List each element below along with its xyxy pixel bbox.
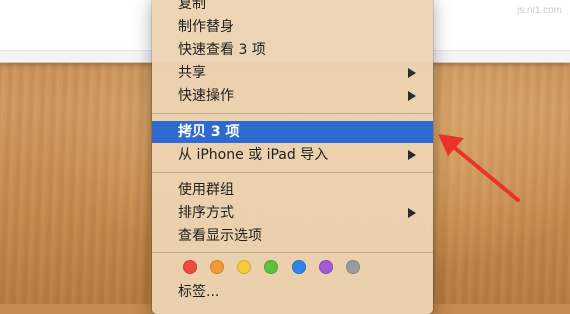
- menu-separator: [152, 113, 433, 114]
- tag-red-icon[interactable]: [183, 260, 197, 274]
- menu-item-label: 快速查看 3 项: [178, 42, 266, 58]
- menu-item-make-alias[interactable]: 制作替身: [152, 16, 433, 38]
- annotation-arrow-shaft: [448, 142, 520, 202]
- menu-item-quick-look[interactable]: 快速查看 3 项: [152, 39, 433, 61]
- menu-item-tags[interactable]: 标签...: [152, 281, 433, 303]
- submenu-arrow-icon: [408, 208, 416, 218]
- menu-item-label: 排序方式: [178, 205, 234, 221]
- menu-item-use-groups[interactable]: 使用群组: [152, 179, 433, 201]
- menu-item-label: 使用群组: [178, 182, 234, 198]
- menu-item-label: 查看显示选项: [178, 228, 262, 244]
- menu-item-label: 快速操作: [178, 88, 234, 104]
- menu-item-label: 从 iPhone 或 iPad 导入: [178, 147, 329, 163]
- menu-item-label: 标签...: [178, 284, 220, 300]
- tag-gray-icon[interactable]: [346, 260, 360, 274]
- menu-item-duplicate[interactable]: 复制: [152, 0, 433, 15]
- menu-item-share[interactable]: 共享: [152, 62, 433, 84]
- tag-purple-icon[interactable]: [319, 260, 333, 274]
- menu-separator: [152, 252, 433, 253]
- context-menu: 复制 制作替身 快速查看 3 项 共享 快速操作 拷贝 3 项 从 iPhone…: [152, 0, 433, 314]
- annotation-arrow-icon: [438, 134, 520, 202]
- tag-yellow-icon[interactable]: [237, 260, 251, 274]
- menu-item-label: 复制: [178, 0, 206, 12]
- submenu-arrow-icon: [408, 68, 416, 78]
- menu-item-show-view-options[interactable]: 查看显示选项: [152, 225, 433, 247]
- tag-orange-icon[interactable]: [210, 260, 224, 274]
- tag-green-icon[interactable]: [264, 260, 278, 274]
- menu-item-copy-items[interactable]: 拷贝 3 项: [152, 121, 433, 143]
- menu-item-label: 拷贝 3 项: [178, 124, 240, 140]
- menu-item-quick-actions[interactable]: 快速操作: [152, 85, 433, 107]
- submenu-arrow-icon: [408, 91, 416, 101]
- menu-item-label: 制作替身: [178, 19, 234, 35]
- menu-separator: [152, 172, 433, 173]
- submenu-arrow-icon: [408, 150, 416, 160]
- menu-item-import-from-iphone[interactable]: 从 iPhone 或 iPad 导入: [152, 144, 433, 166]
- menu-item-label: 共享: [178, 65, 206, 81]
- menu-item-sort-by[interactable]: 排序方式: [152, 202, 433, 224]
- watermark: js.ni1.com: [516, 5, 562, 16]
- tag-blue-icon[interactable]: [292, 260, 306, 274]
